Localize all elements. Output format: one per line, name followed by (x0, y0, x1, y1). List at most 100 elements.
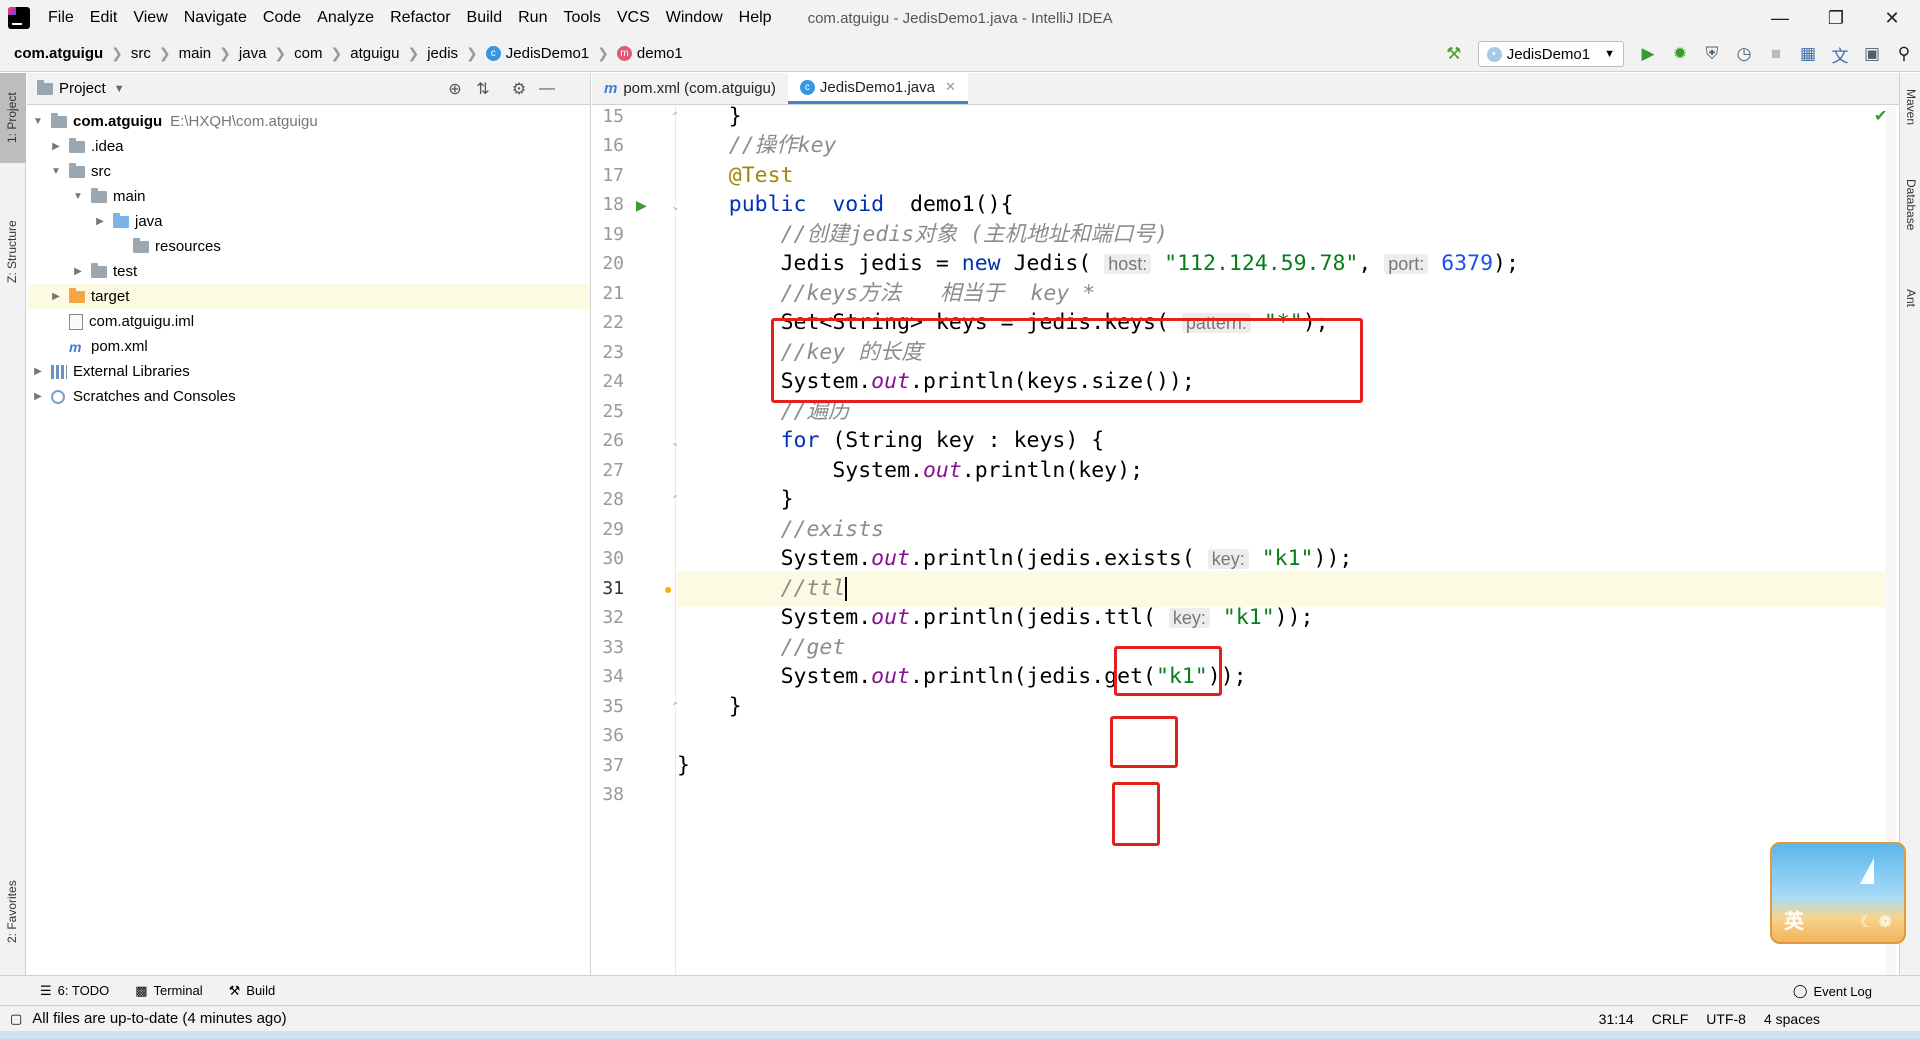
debug-icon[interactable]: ✹ (1664, 36, 1696, 72)
code-string: "112.124.59.78" (1164, 251, 1359, 276)
expand-arrow-icon[interactable]: ▶ (93, 216, 107, 227)
tab-maven[interactable]: Maven (1902, 83, 1920, 153)
minimize-icon[interactable]: — (1752, 0, 1808, 36)
breadcrumb-main[interactable]: main (179, 45, 212, 62)
code-editor[interactable]: } //操作key @Test public void demo1(){ //创… (677, 106, 1887, 975)
menu-refactor[interactable]: Refactor (382, 0, 458, 36)
project-panel-title[interactable]: Project (59, 80, 106, 97)
project-structure-icon[interactable]: ▦ (1792, 36, 1824, 72)
tab-database[interactable]: Database (1902, 173, 1920, 263)
tree-item-root[interactable]: ▼ com.atguigu E:\HXQH\com.atguigu (27, 109, 590, 134)
profile-icon[interactable]: ◷ (1728, 36, 1760, 72)
layout-icon[interactable]: ▣ (1856, 36, 1888, 72)
breadcrumb-method[interactable]: m demo1 (616, 45, 683, 62)
menu-window[interactable]: Window (658, 0, 731, 36)
tree-item-scratches[interactable]: ▶ Scratches and Consoles (27, 384, 590, 409)
gear-icon[interactable]: ⚙ (505, 73, 533, 105)
breadcrumb-class[interactable]: c JedisDemo1 (485, 45, 589, 62)
coverage-icon[interactable]: ⛨ (1696, 36, 1728, 72)
tab-project[interactable]: 1: Project (0, 73, 26, 163)
expand-arrow-icon[interactable]: ▼ (49, 166, 63, 177)
expand-arrow-icon[interactable]: ▶ (49, 141, 63, 152)
tree-item-external-libraries[interactable]: ▶ External Libraries (27, 359, 590, 384)
tree-item-src[interactable]: ▼ src (27, 159, 590, 184)
menu-navigate[interactable]: Navigate (176, 0, 255, 36)
close-tab-icon[interactable]: ✕ (945, 79, 956, 95)
menu-help[interactable]: Help (731, 0, 780, 36)
highlight-box-get (1112, 782, 1160, 846)
menu-vcs[interactable]: VCS (609, 0, 658, 36)
tree-item-pom[interactable]: m pom.xml (27, 334, 590, 359)
code-keyword: public (728, 192, 807, 217)
close-window-icon[interactable]: ✕ (1864, 0, 1920, 36)
tree-item-java[interactable]: ▶ java (27, 209, 590, 234)
expand-arrow-icon[interactable]: ▶ (31, 391, 45, 402)
sailboat-icon (1860, 858, 1874, 884)
breadcrumb-project[interactable]: com.atguigu (14, 45, 103, 62)
method-icon: m (616, 46, 632, 61)
tree-item-resources[interactable]: resources (27, 234, 590, 259)
terminal-button[interactable]: ▩ Terminal (135, 983, 202, 999)
tab-jedisdemo1[interactable]: c JedisDemo1.java ✕ (787, 73, 968, 104)
restore-icon[interactable]: ❐ (1808, 0, 1864, 36)
list-icon: ☰ (40, 982, 52, 998)
event-log-button[interactable]: ◯ Event Log (1793, 976, 1872, 1006)
todo-label: 6: TODO (57, 983, 110, 998)
translate-icon[interactable]: 文 (1824, 36, 1856, 72)
breadcrumb-java[interactable]: java (239, 45, 267, 62)
breadcrumb-com[interactable]: com (294, 45, 322, 62)
breadcrumb-atguigu[interactable]: atguigu (350, 45, 399, 62)
code-text: } (780, 487, 794, 512)
code-text: )); (1313, 546, 1353, 571)
expand-arrow-icon[interactable]: ▶ (31, 366, 45, 377)
tab-ant[interactable]: Ant (1902, 283, 1920, 333)
line-separator[interactable]: CRLF (1652, 1011, 1689, 1027)
caret-position[interactable]: 31:14 (1599, 1011, 1634, 1027)
ime-input-widget[interactable]: 英 ☾ ❁ (1770, 842, 1906, 944)
tree-item-test[interactable]: ▶ test (27, 259, 590, 284)
tab-favorites[interactable]: 2: Favorites (0, 863, 26, 963)
tab-label: pom.xml (com.atguigu) (623, 80, 776, 97)
expand-arrow-icon[interactable]: ▶ (49, 291, 63, 302)
chevron-down-icon[interactable]: ▼ (114, 83, 125, 95)
menu-build[interactable]: Build (459, 0, 511, 36)
tree-item-target[interactable]: ▶ target (27, 284, 590, 309)
tree-item-iml[interactable]: com.atguigu.iml (27, 309, 590, 334)
status-frame-icon[interactable]: ▢ (10, 1011, 22, 1027)
right-tool-strip: Maven Database Ant (1899, 73, 1920, 975)
expand-arrow-icon[interactable]: ▼ (71, 191, 85, 202)
expand-arrow-icon[interactable]: ▶ (71, 266, 85, 277)
breadcrumb-jedis[interactable]: jedis (427, 45, 458, 62)
menu-analyze[interactable]: Analyze (309, 0, 382, 36)
tab-structure[interactable]: Z: Structure (0, 183, 26, 293)
chevron-down-icon: ▼ (1604, 48, 1615, 60)
parameter-hint: key: (1168, 608, 1210, 628)
menu-code[interactable]: Code (255, 0, 309, 36)
module-file-icon (69, 313, 83, 330)
build-button[interactable]: ⚒ Build (229, 983, 276, 999)
menu-edit[interactable]: Edit (82, 0, 126, 36)
run-icon[interactable]: ▶ (1632, 36, 1664, 72)
todo-button[interactable]: ☰ 6: TODO (40, 983, 109, 999)
run-configuration-select[interactable]: ‣ JedisDemo1 ▼ (1477, 41, 1624, 67)
menu-file[interactable]: File (40, 0, 82, 36)
tree-item-main[interactable]: ▼ main (27, 184, 590, 209)
lightbulb-icon[interactable]: ● (664, 571, 672, 607)
collapse-all-icon[interactable]: ⇅ (469, 73, 497, 105)
menu-view[interactable]: View (125, 0, 175, 36)
code-text: System. (780, 546, 872, 571)
locate-icon[interactable]: ⊕ (441, 73, 469, 105)
search-icon[interactable]: ⚲ (1888, 36, 1920, 72)
hide-icon[interactable]: — (533, 73, 561, 105)
breadcrumb-src[interactable]: src (131, 45, 151, 62)
navigation-bar: com.atguigu ❯ src ❯ main ❯ java ❯ com ❯ … (0, 36, 1920, 72)
stop-icon[interactable]: ■ (1760, 36, 1792, 72)
indent-setting[interactable]: 4 spaces (1764, 1011, 1820, 1027)
menu-tools[interactable]: Tools (555, 0, 608, 36)
menu-run[interactable]: Run (510, 0, 555, 36)
build-hammer-icon[interactable]: ⚒ (1438, 36, 1470, 72)
file-encoding[interactable]: UTF-8 (1706, 1011, 1746, 1027)
tree-item-idea[interactable]: ▶ .idea (27, 134, 590, 159)
run-test-icon[interactable]: ▶ (636, 187, 647, 223)
expand-arrow-icon[interactable]: ▼ (31, 116, 45, 127)
